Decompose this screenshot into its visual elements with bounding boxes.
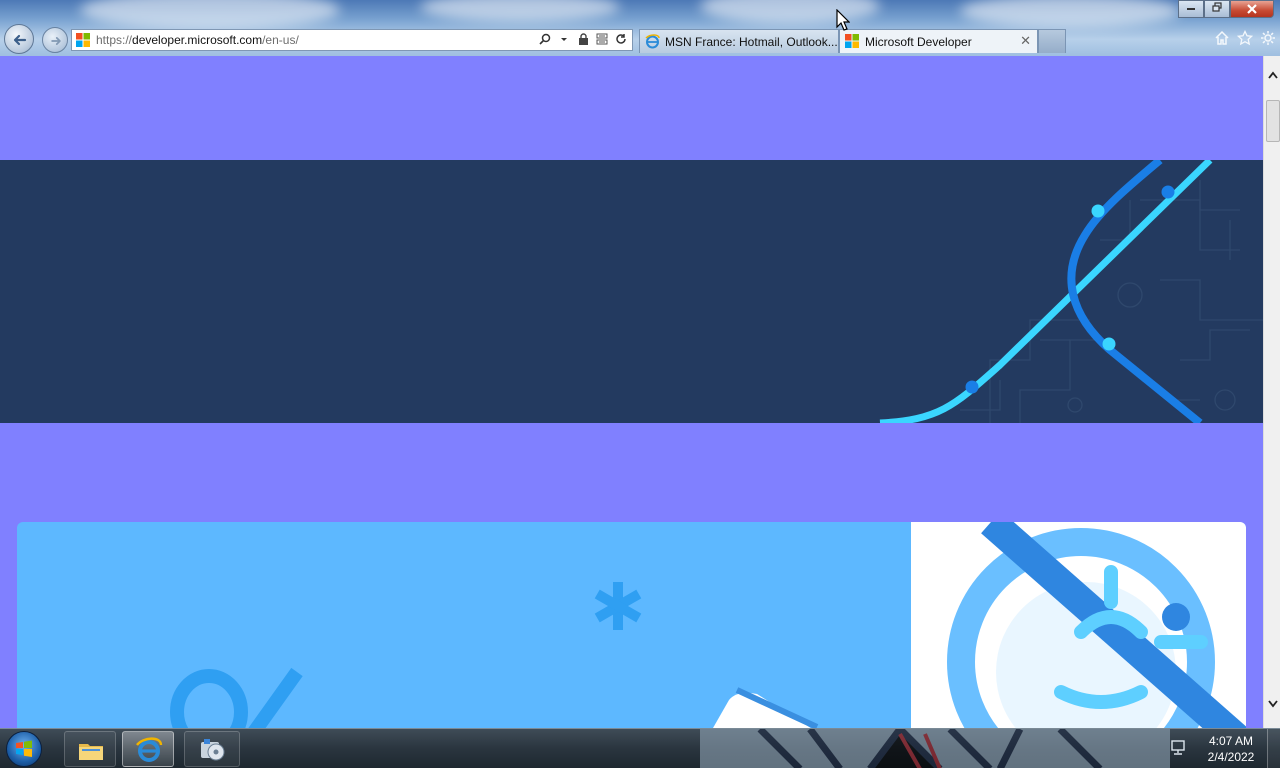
taskbar: 4:07 AM 2/4/2022 <box>0 728 1280 768</box>
url-path: /en-us/ <box>262 33 299 47</box>
start-button[interactable] <box>6 731 42 767</box>
hero-circuit-illustration <box>879 160 1263 423</box>
close-tab-icon[interactable]: ✕ <box>1020 33 1031 49</box>
hero-dot <box>1091 204 1105 218</box>
gear-icon[interactable] <box>1260 30 1276 46</box>
windows-logo-icon <box>16 740 32 757</box>
scrollbar-thumb[interactable] <box>1266 100 1280 142</box>
ie-icon <box>136 737 163 762</box>
hero-dot <box>1161 185 1175 199</box>
taskbar-internet-explorer[interactable] <box>122 731 174 767</box>
taskbar-media-app[interactable] <box>184 731 240 767</box>
microsoft-logo-icon <box>845 34 859 48</box>
mouse-cursor-icon <box>836 9 850 31</box>
minimize-icon <box>1187 8 1195 10</box>
show-desktop-button[interactable] <box>1267 729 1280 768</box>
restore-icon <box>1212 2 1222 12</box>
compatibility-icon[interactable] <box>595 33 609 48</box>
taskbar-file-explorer[interactable] <box>64 731 116 767</box>
tab-msn[interactable]: MSN France: Hotmail, Outlook... <box>639 29 839 53</box>
close-icon <box>1247 4 1257 14</box>
lock-icon[interactable] <box>576 33 590 48</box>
new-tab-button[interactable] <box>1038 29 1066 53</box>
tab-label: Microsoft Developer <box>865 35 972 49</box>
tab-label: MSN France: Hotmail, Outlook... <box>665 35 838 49</box>
dropdown-icon[interactable] <box>557 33 571 48</box>
address-bar[interactable]: https://developer.microsoft.com/en-us/ <box>71 29 633 51</box>
media-icon <box>201 739 225 761</box>
clock-date: 2/4/2022 <box>1207 750 1255 764</box>
url-text[interactable]: https://developer.microsoft.com/en-us/ <box>96 33 299 47</box>
microsoft-logo-icon <box>76 33 90 47</box>
folder-icon <box>79 744 103 760</box>
close-window-button[interactable] <box>1230 0 1274 18</box>
scroll-down-icon[interactable] <box>1264 697 1280 714</box>
hero-dot <box>965 380 979 394</box>
wallpaper-peek <box>700 729 1170 768</box>
hero-banner <box>0 160 1263 423</box>
sky-cloud <box>80 0 340 30</box>
favorites-star-icon[interactable] <box>1236 30 1253 46</box>
vertical-scrollbar[interactable] <box>1263 56 1280 728</box>
hero-dot <box>1102 337 1116 351</box>
url-host: developer.microsoft.com <box>132 33 263 47</box>
address-tools <box>538 33 628 48</box>
ie-icon <box>645 34 660 49</box>
browser-chrome: https://developer.microsoft.com/en-us/ M… <box>0 0 1280 56</box>
back-button[interactable] <box>4 24 34 54</box>
browser-right-toolbar <box>1210 30 1280 46</box>
scroll-up-icon[interactable] <box>1264 68 1280 85</box>
refresh-icon[interactable] <box>614 33 628 48</box>
back-arrow-icon <box>13 34 27 46</box>
forward-arrow-icon <box>51 37 61 45</box>
feature-card[interactable] <box>17 522 1246 728</box>
card-illustration <box>170 582 819 728</box>
minimize-button[interactable] <box>1178 0 1204 18</box>
sky-cloud <box>700 0 880 24</box>
home-icon[interactable] <box>1214 30 1230 46</box>
url-scheme: https:// <box>96 33 133 47</box>
sky-cloud <box>420 0 620 22</box>
system-clock[interactable]: 4:07 AM 2/4/2022 <box>1196 733 1266 765</box>
tab-microsoft-developer[interactable]: Microsoft Developer ✕ <box>839 29 1038 53</box>
code-bug-illustration <box>947 522 1246 728</box>
card-image <box>911 522 1246 728</box>
clock-time: 4:07 AM <box>1208 734 1254 748</box>
sky-cloud <box>960 0 1180 28</box>
network-icon[interactable] <box>1170 739 1188 757</box>
window-controls <box>1178 0 1274 18</box>
search-icon[interactable] <box>538 33 552 48</box>
restore-button[interactable] <box>1204 0 1230 18</box>
forward-button[interactable] <box>42 27 68 53</box>
page-viewport <box>0 56 1263 728</box>
